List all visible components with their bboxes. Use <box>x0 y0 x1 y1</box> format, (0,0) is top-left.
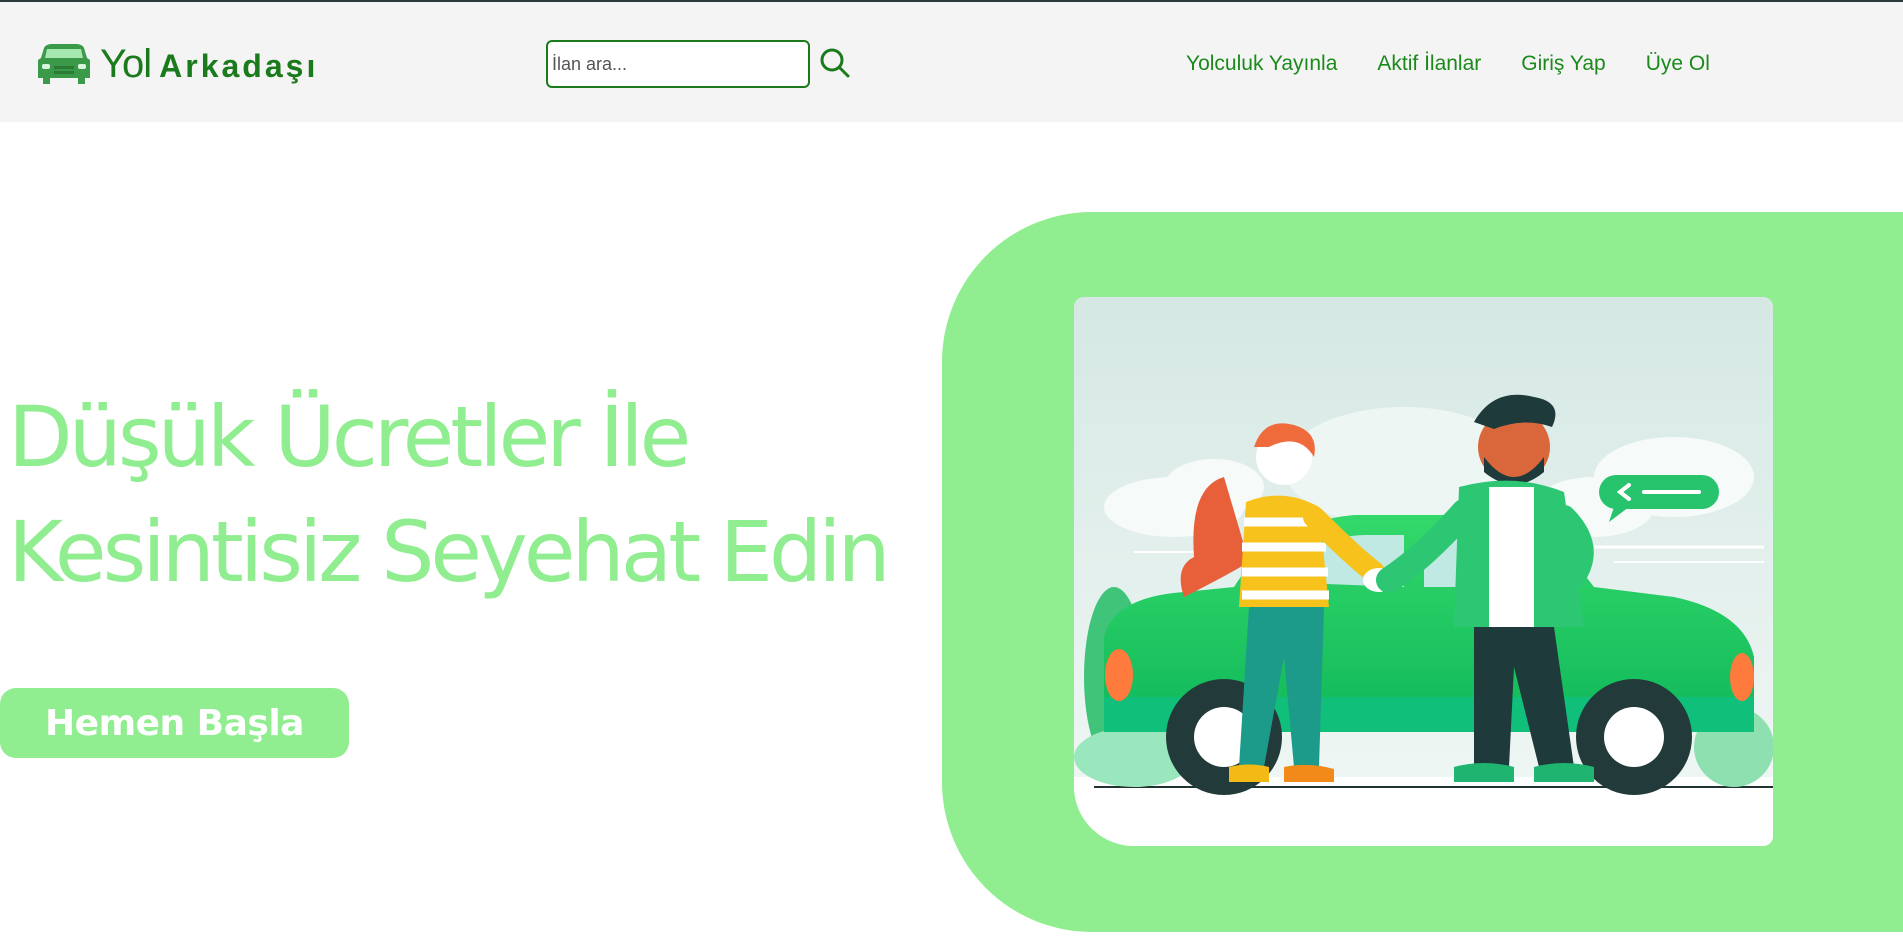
logo[interactable]: Yol Arkadaşı <box>38 42 318 86</box>
logo-word-arkadasi: Arkadaşı <box>159 48 319 84</box>
site-header: Yol Arkadaşı Yolculuk Yayınla Aktif İlan… <box>0 2 1903 122</box>
nav-login[interactable]: Giriş Yap <box>1521 50 1605 78</box>
hero-title: Düşük Ücretler İle Kesintisiz Seyehat Ed… <box>8 380 908 610</box>
nav-register[interactable]: Üye Ol <box>1646 50 1710 78</box>
hero-title-line2: Kesintisiz Seyehat Edin <box>8 503 891 601</box>
main-nav: Yolculuk Yayınla Aktif İlanlar Giriş Yap… <box>1186 50 1750 78</box>
search-input[interactable] <box>546 40 810 88</box>
logo-word-yol: Yol <box>100 42 152 86</box>
car-icon <box>38 44 90 84</box>
hero-title-line1: Düşük Ücretler İle <box>8 388 691 486</box>
get-started-button[interactable]: Hemen Başla <box>0 688 349 758</box>
search-icon[interactable] <box>818 46 852 80</box>
nav-active-listings[interactable]: Aktif İlanlar <box>1377 50 1481 78</box>
handshake-car-illustration <box>1074 297 1773 846</box>
nav-publish-trip[interactable]: Yolculuk Yayınla <box>1186 50 1337 78</box>
